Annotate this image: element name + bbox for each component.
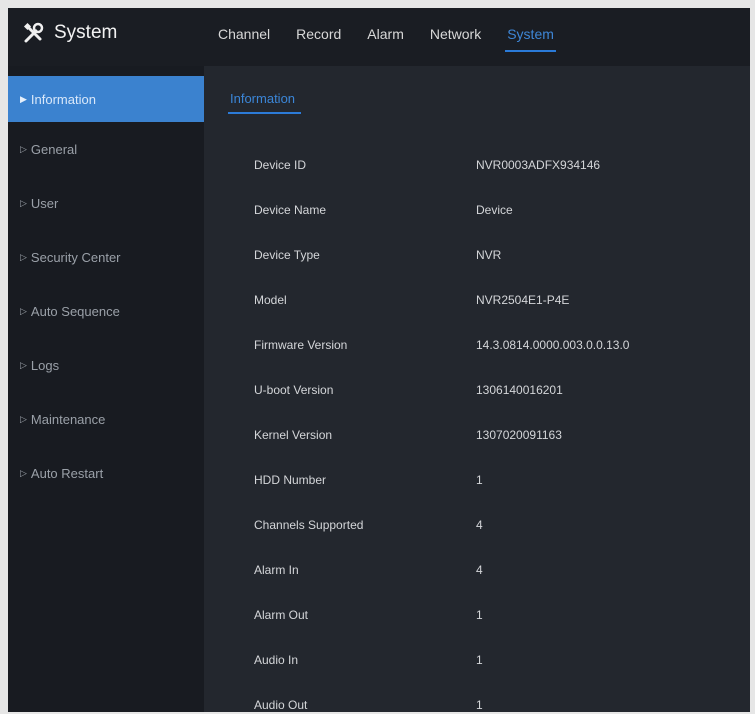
nav-record[interactable]: Record	[296, 26, 341, 42]
info-value: 1	[476, 697, 483, 712]
sidebar-item-label: Logs	[30, 357, 60, 373]
sidebar-item-maintenance[interactable]: ▷ Maintenance	[8, 392, 204, 446]
info-table: Device ID NVR0003ADFX934146 Device Name …	[254, 142, 724, 712]
sidebar-item-logs[interactable]: ▷ Logs	[8, 338, 204, 392]
info-value: NVR2504E1-P4E	[476, 292, 570, 307]
sidebar-item-label: User	[30, 195, 59, 211]
nav-channel[interactable]: Channel	[218, 26, 270, 42]
sidebar-item-label: Information	[30, 91, 96, 107]
info-value: 1	[476, 652, 483, 667]
info-value: 4	[476, 562, 483, 577]
triangle-right-icon: ▷	[20, 143, 27, 154]
info-value: 1	[476, 472, 483, 487]
info-key: Device Type	[254, 247, 320, 262]
info-key: U-boot Version	[254, 382, 334, 397]
triangle-right-icon: ▷	[20, 305, 27, 316]
sidebar-item-security-center[interactable]: ▷ Security Center	[8, 230, 204, 284]
sidebar-item-label: Maintenance	[30, 411, 106, 427]
app-window: System Channel Record Alarm Network Syst…	[8, 8, 750, 712]
info-key: Device ID	[254, 157, 307, 172]
info-value: 14.3.0814.0000.003.0.0.13.0	[476, 337, 630, 352]
info-row-alarm-out: Alarm Out 1	[254, 592, 724, 637]
info-row-device-type: Device Type NVR	[254, 232, 724, 277]
info-key: Audio Out	[254, 697, 308, 712]
info-key: Kernel Version	[254, 427, 333, 442]
info-row-hdd-number: HDD Number 1	[254, 457, 724, 502]
sidebar-item-label: Auto Restart	[30, 465, 104, 481]
main-nav: Channel Record Alarm Network System	[218, 22, 580, 52]
info-value: NVR	[476, 247, 502, 262]
info-row-model: Model NVR2504E1-P4E	[254, 277, 724, 322]
info-key: Alarm In	[254, 562, 299, 577]
app-title: System	[22, 20, 117, 46]
triangle-right-icon: ▷	[20, 251, 27, 262]
sidebar-item-label: Auto Sequence	[30, 303, 120, 319]
info-row-device-id: Device ID NVR0003ADFX934146	[254, 142, 724, 187]
info-value: 1307020091163	[476, 427, 562, 442]
info-key: Firmware Version	[254, 337, 348, 352]
info-row-audio-in: Audio In 1	[254, 637, 724, 682]
triangle-right-icon: ▷	[20, 413, 27, 424]
sidebar-item-user[interactable]: ▷ User	[8, 176, 204, 230]
app-title-label: System	[54, 22, 118, 43]
tools-icon	[22, 21, 46, 45]
info-value: 1306140016201	[476, 382, 563, 397]
info-value: NVR0003ADFX934146	[476, 157, 601, 172]
tab-information[interactable]: Information	[228, 91, 302, 114]
nav-alarm[interactable]: Alarm	[367, 26, 404, 42]
sidebar: ▶ Information ▷ General ▷ User ▷ Securit…	[8, 66, 204, 712]
sidebar-item-auto-sequence[interactable]: ▷ Auto Sequence	[8, 284, 204, 338]
sidebar-item-auto-restart[interactable]: ▷ Auto Restart	[8, 446, 204, 500]
info-row-firmware-version: Firmware Version 14.3.0814.0000.003.0.0.…	[254, 322, 724, 367]
info-row-kernel-version: Kernel Version 1307020091163	[254, 412, 724, 457]
sidebar-item-general[interactable]: ▷ General	[8, 122, 204, 176]
info-key: Model	[254, 292, 287, 307]
info-row-alarm-in: Alarm In 4	[254, 547, 724, 592]
info-row-audio-out: Audio Out 1	[254, 682, 724, 712]
info-key: Alarm Out	[254, 607, 309, 622]
sidebar-item-label: General	[30, 141, 78, 157]
sidebar-item-label: Security Center	[30, 249, 121, 265]
info-row-device-name: Device Name Device	[254, 187, 724, 232]
info-key: HDD Number	[254, 472, 327, 487]
nav-system[interactable]: System	[505, 26, 556, 52]
info-key: Device Name	[254, 202, 327, 217]
info-row-uboot-version: U-boot Version 1306140016201	[254, 367, 724, 412]
info-value: Device	[476, 202, 513, 217]
sidebar-item-information[interactable]: ▶ Information	[8, 76, 204, 122]
top-bar: System Channel Record Alarm Network Syst…	[8, 8, 750, 66]
info-value: 1	[476, 607, 483, 622]
triangle-right-icon: ▶	[20, 93, 27, 104]
nav-network[interactable]: Network	[430, 26, 481, 42]
triangle-right-icon: ▷	[20, 467, 27, 478]
triangle-right-icon: ▷	[20, 197, 27, 208]
info-value: 4	[476, 517, 483, 532]
info-key: Audio In	[254, 652, 299, 667]
triangle-right-icon: ▷	[20, 359, 27, 370]
info-row-channels-supported: Channels Supported 4	[254, 502, 724, 547]
tab-bar: Information	[228, 90, 302, 120]
info-key: Channels Supported	[254, 517, 364, 532]
main-panel: Information Device ID NVR0003ADFX934146 …	[204, 66, 750, 712]
